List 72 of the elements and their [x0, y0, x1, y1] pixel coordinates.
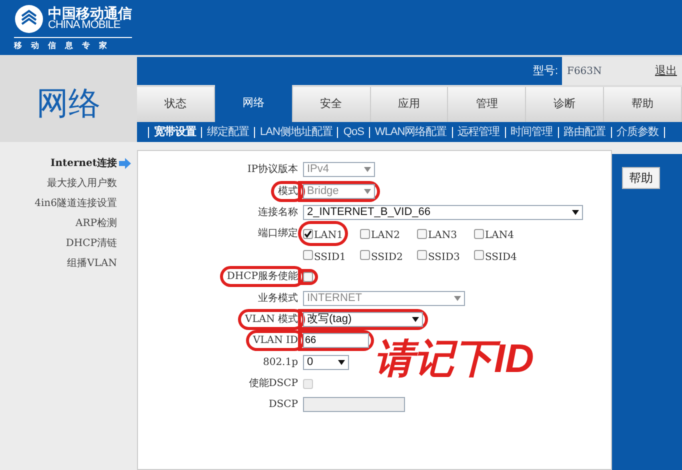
logo-icon [14, 4, 44, 34]
field-label: 业务模式 [258, 292, 298, 306]
handwritten-note: 请记下ID [374, 339, 534, 379]
sidebar-item[interactable]: 最大接入用户数 [47, 176, 117, 191]
checkbox[interactable] [303, 250, 313, 260]
nav-tab[interactable]: 应用 [370, 87, 448, 122]
model-label: 型号: [532, 64, 559, 79]
subnav-link[interactable]: LAN侧地址配置 [260, 124, 332, 140]
subnav-link[interactable]: WLAN网络配置 [374, 124, 447, 140]
sidebar-item[interactable]: ARP检测 [76, 216, 117, 231]
checkbox-label: SSID4 [485, 250, 517, 265]
caret-icon [572, 210, 579, 215]
field-label: DSCP [268, 398, 298, 412]
subnav-link[interactable]: 路由配置 [564, 124, 606, 140]
dropdown[interactable]: 2_INTERNET_B_VID_66 [303, 204, 583, 220]
help-button[interactable]: 帮助 [622, 167, 660, 189]
sidebar-item[interactable]: 组播VLAN [67, 256, 117, 271]
arrow-icon [119, 158, 131, 169]
sidebar-item[interactable]: Internet连接 [50, 156, 117, 171]
sidebar-item[interactable]: DHCP清链 [66, 236, 117, 251]
checkbox-label: SSID3 [428, 250, 460, 265]
field-label: VLAN 模式 [244, 312, 298, 327]
nav-tab[interactable]: 诊断 [526, 87, 604, 122]
page-title: 网络 [36, 84, 100, 122]
caret-icon [454, 296, 461, 301]
field-label: 802.1p [262, 356, 298, 370]
checkbox[interactable] [417, 228, 427, 239]
field-label: 端口绑定 [258, 226, 298, 242]
sidebar-item[interactable]: 4in6隧道连接设置 [34, 196, 117, 211]
checkbox-label: SSID1 [314, 250, 346, 265]
checkbox[interactable] [360, 250, 370, 260]
caret-icon [364, 167, 371, 172]
nav-tab[interactable]: 网络 [214, 85, 293, 122]
checkbox[interactable] [474, 250, 484, 260]
logo-text: 中国移动通信 [48, 6, 132, 20]
subnav-link[interactable]: QoS [343, 124, 364, 140]
subnav-link[interactable]: 宽带设置 [154, 124, 196, 140]
slogan: 移动信息专家 [14, 36, 132, 52]
logout-link[interactable]: 退出 [655, 62, 677, 80]
checkmark-icon [304, 230, 312, 238]
subnav-link[interactable]: 绑定配置 [207, 124, 249, 140]
caret-icon [338, 360, 345, 365]
checkbox-label: LAN3 [428, 229, 457, 244]
checkbox-label: SSID2 [371, 250, 403, 265]
subnav-link[interactable]: 介质参数 [616, 124, 659, 140]
caret-icon [412, 316, 419, 322]
text-field[interactable]: 66 [303, 333, 369, 348]
dropdown[interactable]: 0 [303, 354, 349, 370]
logo-text: CHINA MOBILE [48, 20, 120, 31]
caret-icon [364, 188, 371, 194]
checkbox[interactable] [474, 228, 484, 239]
model-value: F663N [567, 64, 602, 78]
field-label: IP协议版本 [247, 162, 298, 178]
dropdown[interactable]: 改写(tag) [303, 312, 423, 327]
checkbox-label: LAN2 [371, 229, 400, 244]
nav-tab[interactable]: 帮助 [604, 87, 682, 122]
checkbox-label: LAN1 [314, 229, 343, 244]
nav-tab[interactable]: 管理 [448, 87, 526, 122]
field-label: 连接名称 [258, 206, 298, 220]
checkbox[interactable] [303, 228, 313, 239]
checkbox[interactable] [303, 272, 313, 282]
checkbox-label: LAN4 [485, 229, 514, 244]
field-label: DHCP服务使能 [226, 270, 298, 284]
checkbox[interactable] [417, 250, 427, 260]
subnav-link[interactable]: 时间管理 [510, 124, 553, 140]
checkbox[interactable] [360, 228, 370, 239]
subnav-link[interactable]: 远程管理 [458, 124, 500, 140]
field-label: 使能DSCP [248, 376, 298, 392]
field-label: VLAN ID [253, 334, 298, 348]
nav-tab[interactable]: 安全 [292, 87, 371, 122]
field-label: 模式 [278, 184, 298, 199]
nav-tab[interactable]: 状态 [137, 87, 215, 122]
